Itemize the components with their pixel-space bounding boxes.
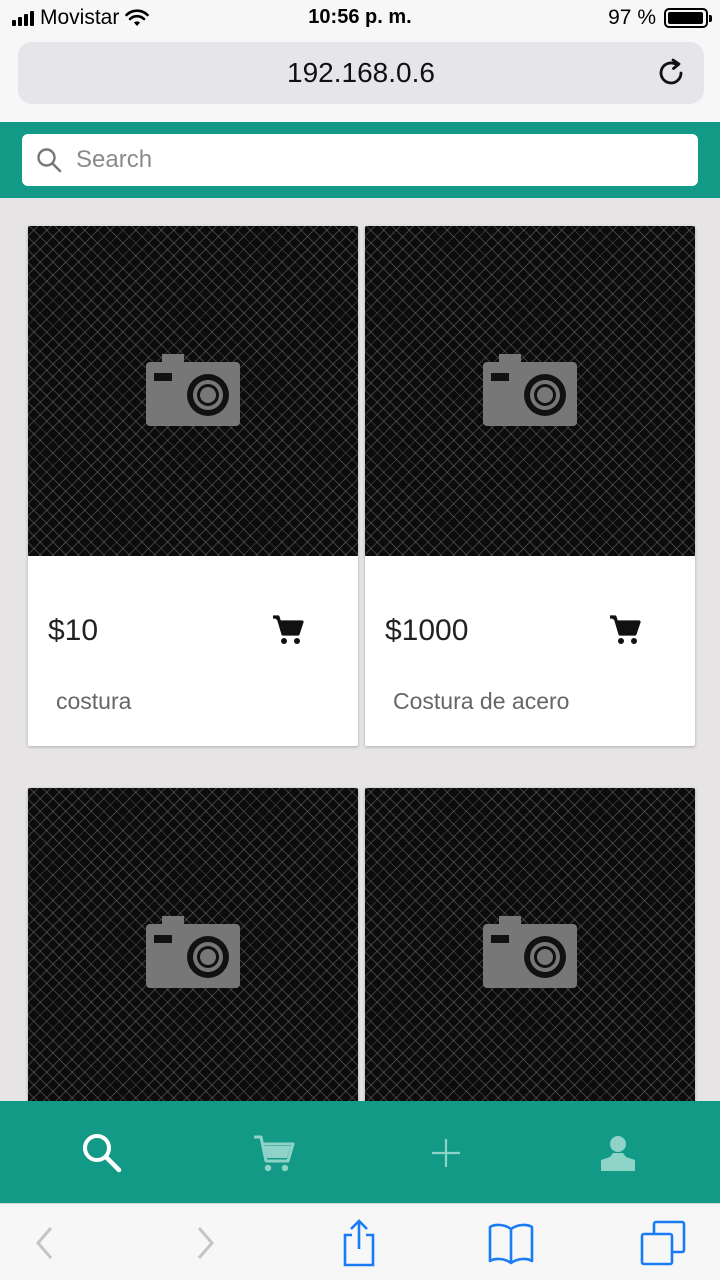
- product-name: Costura de acero: [393, 688, 570, 714]
- product-image-placeholder[interactable]: [365, 788, 695, 1101]
- product-image-placeholder[interactable]: [28, 788, 358, 1101]
- forward-button[interactable]: [180, 1218, 230, 1268]
- camera-icon: [146, 354, 240, 426]
- share-button[interactable]: [334, 1218, 384, 1268]
- product-card[interactable]: [365, 788, 695, 1101]
- plus-icon: [432, 1139, 460, 1167]
- product-card[interactable]: [28, 788, 358, 1101]
- search-header: [0, 122, 720, 198]
- tab-add[interactable]: [416, 1123, 476, 1183]
- product-image-placeholder[interactable]: [28, 226, 358, 556]
- product-image-placeholder[interactable]: [365, 226, 695, 556]
- chevron-left-icon: [36, 1227, 53, 1259]
- back-button[interactable]: [20, 1218, 70, 1268]
- camera-icon: [483, 354, 577, 426]
- search-icon: [37, 148, 62, 173]
- product-price: $1000: [385, 614, 469, 647]
- user-icon: [601, 1136, 635, 1171]
- product-name: costura: [56, 688, 132, 714]
- camera-icon: [146, 916, 240, 988]
- reload-icon[interactable]: [654, 56, 688, 90]
- url-bar[interactable]: 192.168.0.6: [18, 42, 704, 104]
- url-text: 192.168.0.6: [287, 57, 435, 88]
- camera-icon: [483, 916, 577, 988]
- add-to-cart-icon[interactable]: [607, 612, 643, 648]
- product-grid: $10 costura $1000 Costura de acero: [0, 198, 720, 1101]
- tab-search[interactable]: [72, 1123, 132, 1183]
- bookmarks-button[interactable]: [486, 1218, 536, 1268]
- card-body: $1000 Costura de acero: [365, 556, 695, 746]
- add-to-cart-icon[interactable]: [270, 612, 306, 648]
- battery-icon: [664, 8, 712, 28]
- product-price: $10: [48, 614, 99, 647]
- app-tab-bar: [0, 1101, 720, 1203]
- product-card[interactable]: $10 costura: [28, 226, 358, 746]
- tabs-icon: [640, 1220, 686, 1266]
- tab-cart[interactable]: [244, 1123, 304, 1183]
- card-body: $10 costura: [28, 556, 358, 746]
- cart-icon: [254, 1135, 295, 1172]
- search-icon: [83, 1134, 122, 1173]
- share-icon: [343, 1219, 375, 1267]
- tabs-button[interactable]: [638, 1218, 688, 1268]
- chevron-right-icon: [197, 1227, 214, 1259]
- product-card[interactable]: $1000 Costura de acero: [365, 226, 695, 746]
- search-box[interactable]: [22, 134, 698, 186]
- battery-percent: 97 %: [608, 6, 656, 29]
- bookmarks-icon: [488, 1223, 534, 1265]
- browser-address-area: 192.168.0.6: [0, 38, 720, 122]
- status-right: 97 %: [608, 6, 712, 30]
- tab-profile[interactable]: [588, 1123, 648, 1183]
- browser-toolbar: [0, 1203, 720, 1280]
- status-bar: Movistar 10:56 p. m. 97 %: [0, 0, 720, 38]
- search-input[interactable]: [74, 145, 674, 175]
